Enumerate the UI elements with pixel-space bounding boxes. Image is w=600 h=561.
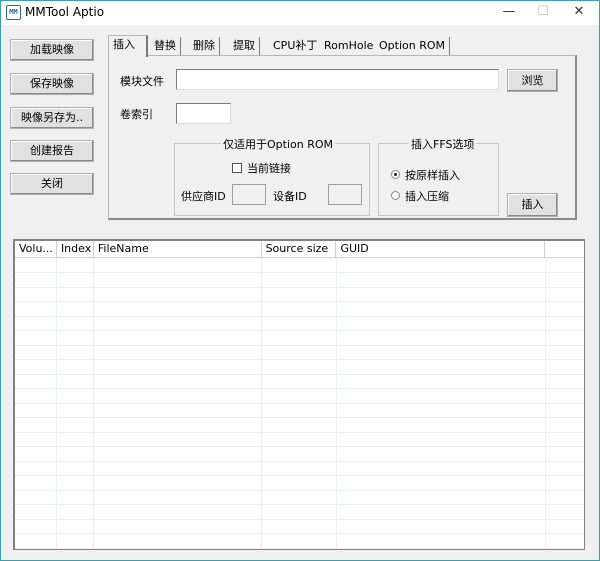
ffs-options-group: 插入FFS选项 按原样插入 插入压缩 — [378, 136, 499, 216]
tab-option-rom[interactable]: Option ROM — [375, 37, 450, 56]
app-window: MM MMTool Aptio — ☐ ✕ 加载映像 保存映像 映像另存为.. … — [0, 0, 600, 561]
vendor-id-label: 供应商ID — [181, 190, 226, 203]
module-file-input[interactable] — [176, 69, 499, 90]
column-header-extra[interactable] — [545, 241, 584, 258]
tab-romhole[interactable]: RomHole — [320, 37, 379, 56]
grid-row-line — [15, 548, 584, 549]
column-header-filename[interactable]: FileName — [93, 241, 262, 258]
grid-row-line — [15, 504, 584, 505]
grid-row-line — [15, 359, 584, 360]
volume-index-label: 卷索引 — [120, 108, 153, 121]
column-header-index[interactable]: Index — [56, 241, 94, 258]
grid-row-line — [15, 417, 584, 418]
insert-compressed-radio[interactable] — [391, 191, 400, 200]
insert-as-is-label: 按原样插入 — [405, 169, 460, 182]
app-logo-icon: MM — [6, 5, 21, 20]
grid-row-line — [15, 345, 584, 346]
grid-row-line — [15, 374, 584, 375]
module-table[interactable]: Volu... Index FileName Source size GUID — [13, 239, 585, 550]
table-body — [15, 258, 584, 549]
grid-row-line — [15, 272, 584, 273]
insert-button[interactable]: 插入 — [507, 193, 558, 217]
device-id-input[interactable] — [328, 184, 362, 205]
tab-cpu-patch[interactable]: CPU补丁 — [269, 37, 323, 56]
grid-row-line — [15, 519, 584, 520]
grid-row-line — [15, 330, 584, 331]
title-bar: MM MMTool Aptio — ☐ ✕ — [1, 1, 599, 25]
grid-row-line — [15, 316, 584, 317]
tab-delete[interactable]: 删除 — [189, 37, 220, 56]
ffs-options-group-title: 插入FFS选项 — [409, 136, 477, 152]
close-icon: ✕ — [573, 4, 585, 19]
column-header-volume[interactable]: Volu... — [15, 241, 57, 258]
save-image-button[interactable]: 保存映像 — [10, 73, 94, 95]
grid-row-line — [15, 287, 584, 288]
maximize-button[interactable]: ☐ — [523, 1, 563, 25]
grid-row-line — [15, 432, 584, 433]
close-button[interactable]: 关闭 — [10, 173, 94, 195]
grid-row-line — [15, 475, 584, 476]
option-rom-group: 仅适用于Option ROM 当前链接 供应商ID 设备ID — [174, 136, 370, 216]
table-header: Volu... Index FileName Source size GUID — [15, 241, 584, 258]
minimize-icon: — — [502, 4, 516, 19]
grid-row-line — [15, 388, 584, 389]
grid-row-line — [15, 301, 584, 302]
tab-insert[interactable]: 插入 — [108, 35, 148, 57]
grid-row-line — [15, 533, 584, 534]
grid-row-line — [15, 403, 584, 404]
vendor-id-input[interactable] — [232, 184, 266, 205]
browse-button[interactable]: 浏览 — [507, 69, 558, 92]
save-image-as-button[interactable]: 映像另存为.. — [10, 107, 94, 129]
column-header-source-size[interactable]: Source size — [261, 241, 337, 258]
grid-row-line — [15, 490, 584, 491]
window-title: MMTool Aptio — [25, 5, 105, 19]
create-report-button[interactable]: 创建报告 — [10, 140, 94, 162]
insert-tab-panel: 模块文件 浏览 卷索引 仅适用于Option ROM 当前链接 供应商ID 设备… — [108, 55, 577, 220]
volume-index-input[interactable] — [176, 103, 231, 124]
device-id-label: 设备ID — [273, 190, 307, 203]
grid-row-line — [15, 446, 584, 447]
grid-column-line — [584, 258, 585, 549]
tab-extract[interactable]: 提取 — [229, 37, 260, 56]
current-link-checkbox[interactable] — [232, 163, 242, 173]
column-header-guid[interactable]: GUID — [336, 241, 546, 258]
insert-compressed-label: 插入压缩 — [405, 190, 449, 203]
tab-replace[interactable]: 替换 — [150, 37, 181, 56]
option-rom-group-title: 仅适用于Option ROM — [221, 136, 335, 152]
module-file-label: 模块文件 — [120, 75, 164, 88]
maximize-icon: ☐ — [537, 4, 549, 19]
grid-row-line — [15, 461, 584, 462]
load-image-button[interactable]: 加载映像 — [10, 39, 94, 61]
insert-as-is-radio[interactable] — [391, 170, 400, 179]
close-window-button[interactable]: ✕ — [559, 1, 599, 25]
current-link-label: 当前链接 — [247, 162, 291, 175]
